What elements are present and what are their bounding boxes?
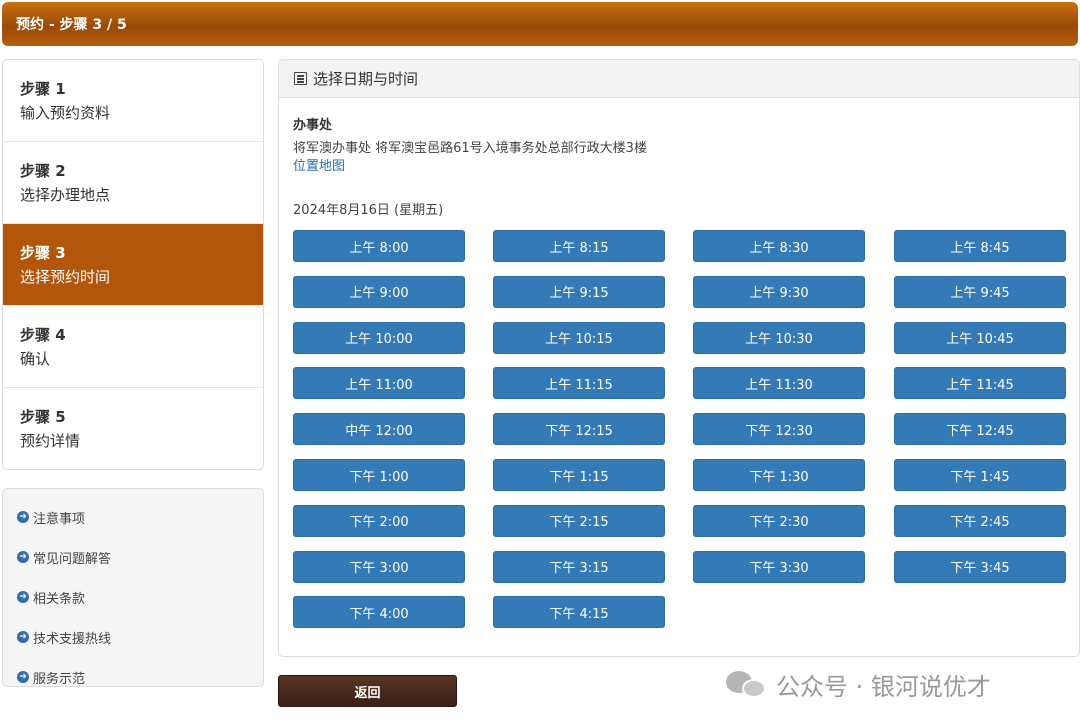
- step-number: 步骤 5: [20, 408, 66, 426]
- office-label: 办事处: [293, 118, 333, 133]
- help-link-label: 服务示范: [33, 671, 86, 687]
- datetime-panel: 选择日期与时间 办事处 将军澳办事处 将军澳宝邑路61号入境事务处总部行政大楼3…: [278, 59, 1080, 657]
- time-slot-button[interactable]: 上午 10:30: [693, 321, 865, 354]
- time-slot-button[interactable]: 下午 2:30: [693, 504, 865, 537]
- page-header: 预约 - 步骤 3 / 5: [2, 2, 1078, 46]
- help-link-5[interactable]: ➜ 服务示范: [3, 657, 263, 697]
- step-description: 确认: [20, 350, 51, 368]
- step-item-2: 步骤 2 选择办理地点: [3, 142, 263, 224]
- panel-header: 选择日期与时间: [279, 60, 1079, 98]
- help-links: ➜ 注意事项 ➜ 常见问题解答 ➜ 相关条款 ➜ 技术支援热线 ➜ 服务示范: [2, 488, 264, 687]
- arrow-circle-icon: ➜: [17, 591, 29, 603]
- location-map-link[interactable]: 位置地图: [293, 155, 345, 174]
- time-slot-button[interactable]: 下午 2:00: [293, 504, 465, 537]
- step-number: 步骤 3: [20, 244, 66, 262]
- time-slot-button[interactable]: 下午 12:15: [493, 413, 665, 446]
- time-slot-button[interactable]: 下午 1:00: [293, 459, 465, 491]
- step-item-1: 步骤 1 输入预约资料: [3, 60, 263, 142]
- arrow-circle-icon: ➜: [17, 551, 29, 563]
- arrow-circle-icon: ➜: [17, 671, 29, 683]
- time-slot-button[interactable]: 上午 8:30: [693, 230, 865, 262]
- help-link-label: 技术支援热线: [33, 631, 112, 647]
- help-link-label: 注意事项: [33, 511, 86, 527]
- panel-title: 选择日期与时间: [313, 70, 419, 88]
- time-slot-button[interactable]: 下午 3:45: [894, 550, 1066, 583]
- time-slot-button[interactable]: 上午 9:15: [493, 275, 665, 308]
- calendar-icon: [294, 72, 307, 85]
- time-slot-button[interactable]: 上午 11:45: [894, 367, 1066, 400]
- step-item-5: 步骤 5 预约详情: [3, 388, 263, 469]
- help-link-label: 相关条款: [33, 591, 86, 607]
- time-slot-button[interactable]: 下午 1:15: [493, 459, 665, 491]
- step-item-3: 步骤 3 选择预约时间: [3, 224, 263, 306]
- time-slot-button[interactable]: 上午 8:15: [493, 230, 665, 262]
- step-number: 步骤 2: [20, 162, 66, 180]
- step-description: 输入预约资料: [20, 104, 111, 122]
- time-slot-button[interactable]: 下午 4:00: [293, 596, 465, 629]
- time-slot-button[interactable]: 下午 2:45: [894, 504, 1066, 537]
- help-link-2[interactable]: ➜ 常见问题解答: [3, 537, 263, 577]
- arrow-circle-icon: ➜: [17, 511, 29, 523]
- page-title: 预约 - 步骤 3 / 5: [16, 17, 127, 33]
- time-slot-button[interactable]: 上午 9:00: [293, 275, 465, 308]
- time-slot-button[interactable]: 上午 9:30: [693, 275, 865, 308]
- time-slot-button[interactable]: 下午 3:00: [293, 550, 465, 583]
- time-slot-button[interactable]: 下午 1:45: [894, 459, 1066, 491]
- step-number: 步骤 4: [20, 326, 66, 344]
- time-slot-button[interactable]: 下午 12:45: [894, 413, 1066, 446]
- help-link-label: 常见问题解答: [33, 551, 112, 567]
- time-slot-button[interactable]: 下午 12:30: [693, 413, 865, 446]
- time-slot-button[interactable]: 上午 11:30: [693, 367, 865, 400]
- wechat-icon: [726, 669, 768, 699]
- time-slot-button[interactable]: 下午 2:15: [493, 504, 665, 537]
- time-slot-button[interactable]: 中午 12:00: [293, 413, 465, 446]
- time-slot-button[interactable]: 上午 8:00: [293, 230, 465, 262]
- step-description: 选择预约时间: [20, 268, 111, 286]
- time-slot-button[interactable]: 上午 11:00: [293, 367, 465, 400]
- watermark-text: 公众号 · 银河说优才: [776, 672, 991, 701]
- time-slot-button[interactable]: 下午 3:15: [493, 550, 665, 583]
- time-slot-button[interactable]: 上午 11:15: [493, 367, 665, 400]
- time-slot-button[interactable]: 上午 10:45: [894, 321, 1066, 354]
- step-number: 步骤 1: [20, 80, 66, 98]
- help-link-4[interactable]: ➜ 技术支援热线: [3, 617, 263, 657]
- step-description: 预约详情: [20, 432, 81, 450]
- selected-date: 2024年8月16日 (星期五): [293, 203, 444, 218]
- time-slot-button[interactable]: 上午 8:45: [894, 230, 1066, 262]
- time-slot-button[interactable]: 上午 10:15: [493, 321, 665, 354]
- arrow-circle-icon: ➜: [17, 631, 29, 643]
- step-list: 步骤 1 输入预约资料 步骤 2 选择办理地点 步骤 3 选择预约时间 步骤 4 确认步骤 5…: [2, 59, 264, 470]
- step-item-4: 步骤 4 确认: [3, 306, 263, 388]
- office-address: 将军澳办事处 将军澳宝邑路61号入境事务处总部行政大楼3楼: [293, 141, 647, 156]
- back-button[interactable]: 返回: [278, 675, 457, 707]
- help-link-3[interactable]: ➜ 相关条款: [3, 577, 263, 617]
- time-slot-button[interactable]: 上午 9:45: [894, 275, 1066, 308]
- watermark: 公众号 · 银河说优才: [726, 664, 991, 704]
- time-slot-button[interactable]: 下午 4:15: [493, 596, 665, 629]
- step-description: 选择办理地点: [20, 186, 111, 204]
- time-slot-button[interactable]: 上午 10:00: [293, 321, 465, 354]
- time-slot-button[interactable]: 下午 3:30: [693, 550, 865, 583]
- help-link-1[interactable]: ➜ 注意事项: [3, 497, 263, 537]
- time-slot-button[interactable]: 下午 1:30: [693, 459, 865, 491]
